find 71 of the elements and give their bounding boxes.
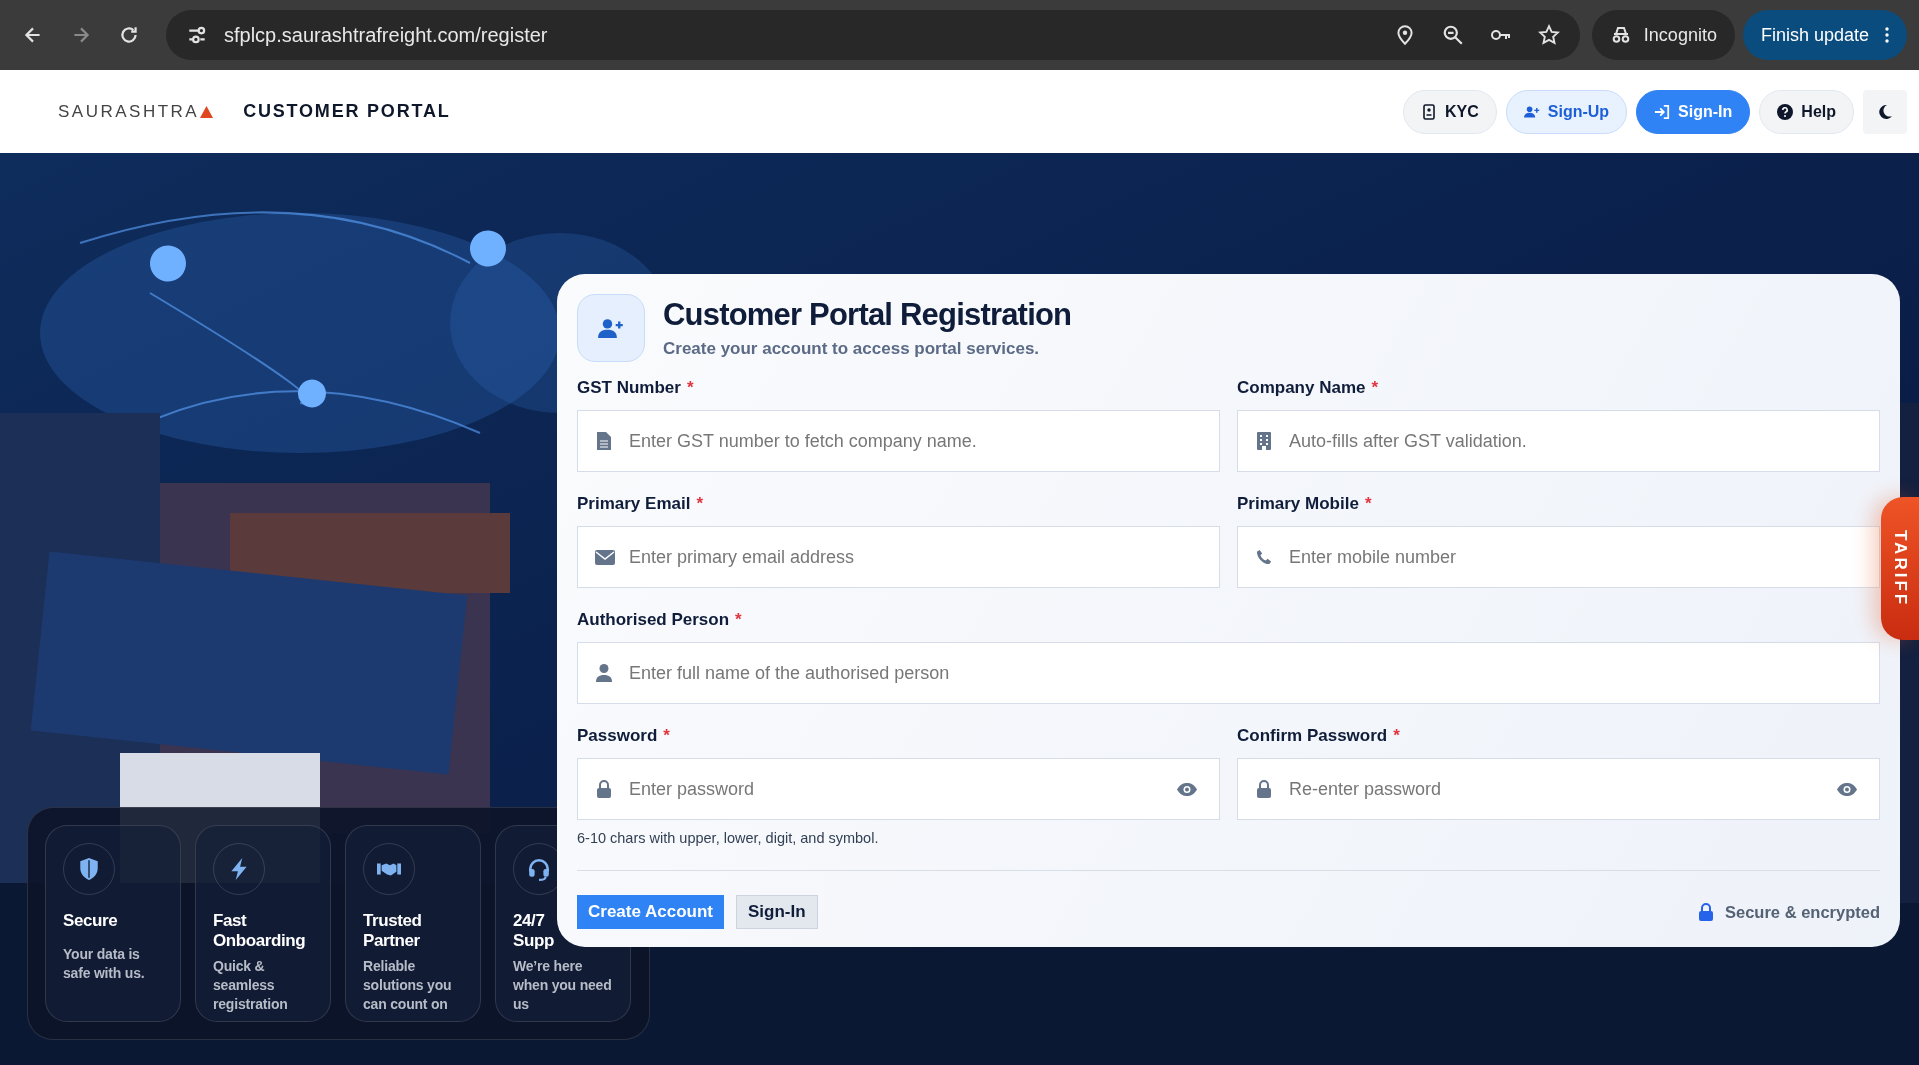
id-card-icon — [1421, 103, 1437, 120]
finish-update-button[interactable]: Finish update — [1742, 10, 1907, 60]
input-field[interactable]: Re-enter password — [1237, 758, 1880, 820]
feature-text: Quick & seamless registration — [213, 957, 289, 1014]
feature-title: 24/7 Supp — [513, 911, 554, 951]
required-mark: * — [663, 726, 670, 746]
sign-in-button[interactable]: Sign-In — [736, 895, 818, 929]
nav-button[interactable]: KYC — [1403, 89, 1497, 134]
required-mark: * — [1364, 494, 1372, 514]
field-label: Primary Email — [577, 494, 691, 514]
feature-text: Reliable solutions you can count on — [363, 957, 453, 1014]
add-user-icon — [598, 318, 624, 338]
building-icon — [1256, 432, 1272, 450]
required-mark: * — [1371, 378, 1379, 398]
help-icon — [1777, 103, 1794, 120]
reload-icon[interactable] — [118, 24, 140, 46]
field-label: Company Name — [1237, 378, 1366, 398]
url-text: sfplcp.saurashtrafreight.com/register — [224, 23, 549, 47]
feature-text: Your data is safe with us. — [63, 945, 146, 983]
theme-toggle[interactable] — [1863, 89, 1907, 134]
input-field[interactable]: Auto-fills after GST validation. — [1237, 410, 1880, 472]
required-mark: * — [696, 494, 704, 514]
lock-icon — [1256, 780, 1272, 798]
tariff-tab[interactable]: TARIFF — [1881, 497, 1919, 640]
field-label: Password — [577, 726, 658, 746]
input-field[interactable]: Enter mobile number — [1237, 526, 1880, 588]
feature-title: Secure — [63, 911, 119, 931]
headset-icon — [527, 857, 551, 881]
field-label: Authorised Person — [577, 610, 730, 630]
eye-icon[interactable] — [1836, 782, 1858, 797]
required-mark: * — [686, 378, 694, 398]
incognito-indicator[interactable]: Incognito — [1591, 10, 1735, 60]
nav-button[interactable]: Sign-In — [1636, 89, 1751, 134]
form-title: Customer Portal Registration — [663, 297, 1072, 333]
required-mark: * — [735, 610, 742, 630]
feature-text: We’re here when you need us — [513, 957, 613, 1014]
more-icon[interactable] — [1885, 27, 1889, 43]
feature-title: Fast Onboarding — [213, 911, 307, 951]
input-field[interactable]: Enter full name of the authorised person — [577, 642, 1880, 704]
document-icon — [596, 432, 612, 450]
lock-icon — [596, 780, 612, 798]
input-field[interactable]: Enter GST number to fetch company name. — [577, 410, 1220, 472]
field-label: GST Number — [577, 378, 681, 398]
logo-triangle-icon — [200, 105, 214, 118]
input-field[interactable]: Enter password — [577, 758, 1220, 820]
moon-icon — [1877, 103, 1893, 120]
lock-icon — [1699, 903, 1713, 921]
zoom-icon[interactable] — [1441, 24, 1464, 46]
person-icon — [596, 664, 612, 682]
nav-button[interactable]: Help — [1759, 89, 1854, 134]
sign-in-icon — [1654, 103, 1671, 120]
input-field[interactable]: Enter primary email address — [577, 526, 1220, 588]
field-label: Primary Mobile — [1237, 494, 1359, 514]
site-settings-icon[interactable] — [186, 24, 208, 46]
nav-button[interactable]: Sign-Up — [1505, 89, 1628, 134]
security-note: Secure & encrypted — [1725, 902, 1880, 922]
add-user-icon — [1523, 103, 1540, 120]
password-hint: 6-10 chars with upper, lower, digit, and symbol. — [577, 830, 880, 846]
portal-title: CUSTOMER PORTAL — [243, 101, 451, 122]
logo-text: SAURASHTRA — [58, 101, 200, 122]
star-icon[interactable] — [1537, 24, 1560, 46]
envelope-icon — [595, 550, 615, 565]
address-bar[interactable]: sfplcp.saurashtrafreight.com/register — [166, 10, 1580, 60]
eye-icon[interactable] — [1176, 782, 1198, 797]
form-subtitle: Create your account to access portal services. — [663, 339, 1041, 359]
required-mark: * — [1393, 726, 1400, 746]
phone-icon — [1256, 548, 1272, 566]
feature-title: Trusted Partner — [363, 911, 423, 951]
field-label: Confirm Password — [1237, 726, 1388, 746]
create-account-button[interactable]: Create Account — [577, 895, 724, 929]
shield-icon — [77, 857, 101, 881]
